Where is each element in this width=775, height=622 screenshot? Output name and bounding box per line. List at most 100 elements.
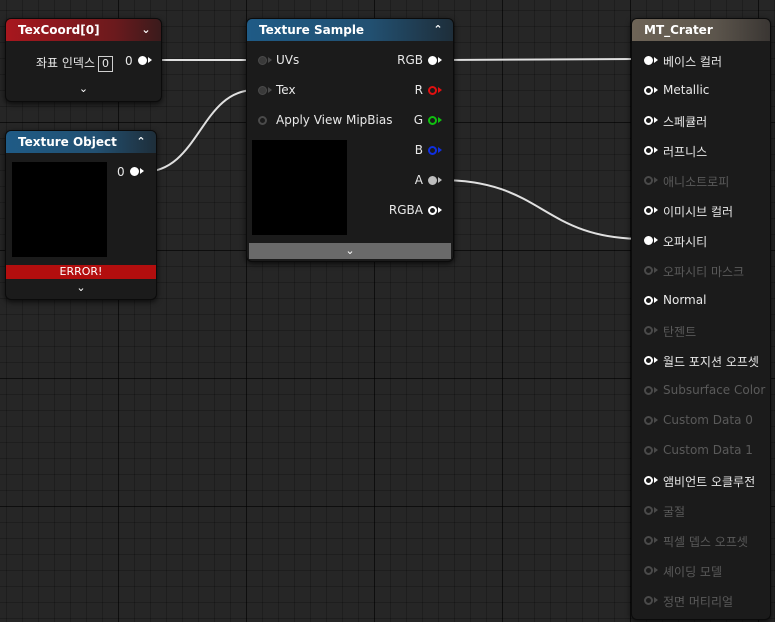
pin-arrow-icon xyxy=(654,567,658,573)
texture-sample-node-header[interactable]: Texture Sample ⌃ xyxy=(247,19,453,41)
texture-object-node-header[interactable]: Texture Object ⌃ xyxy=(6,131,156,153)
pin-arrow-icon xyxy=(148,57,152,63)
material-input-label: 오파시티 xyxy=(663,235,708,249)
material-input-pin[interactable] xyxy=(644,386,653,395)
texture-object-node[interactable]: Texture Object ⌃ 0 ERROR! ⌄ xyxy=(5,130,157,300)
material-input-pin[interactable] xyxy=(644,86,653,95)
texcoord-node[interactable]: TexCoord[0] ⌄ 좌표 인덱스 0 0 ⌄ xyxy=(5,18,162,102)
material-input-label: Metallic xyxy=(663,83,710,97)
texture-object-preview xyxy=(12,162,107,257)
pin-arrow-icon xyxy=(654,387,658,393)
material-input-label: 러프니스 xyxy=(663,145,708,159)
pin-arrow-icon xyxy=(654,57,658,63)
a-output-pin[interactable] xyxy=(428,176,437,185)
expand-chevron-down-icon[interactable]: ⌄ xyxy=(249,243,451,259)
wire-rgb-to-basecolor xyxy=(439,58,646,61)
tex-input-label: Tex xyxy=(276,83,296,97)
error-banner: ERROR! xyxy=(6,265,156,279)
pin-arrow-icon xyxy=(654,357,658,363)
pin-arrow-icon xyxy=(654,147,658,153)
rgb-output-pin[interactable] xyxy=(428,56,437,65)
coordinate-index-row: 좌표 인덱스 0 xyxy=(36,54,114,72)
material-input-label: 앰비언트 오클루전 xyxy=(663,475,756,489)
texcoord-node-header[interactable]: TexCoord[0] ⌄ xyxy=(6,19,161,41)
material-input-pin[interactable] xyxy=(644,506,653,515)
material-result-node[interactable]: MT_Crater 베이스 컬러 Metallic 스페큘러 러프니스 애니소트로피 이미… xyxy=(631,18,771,620)
collapse-chevron-up-icon[interactable]: ⌃ xyxy=(431,19,445,41)
collapse-chevron-up-icon[interactable]: ⌃ xyxy=(134,131,148,153)
mipbias-input-pin[interactable] xyxy=(258,116,267,125)
tex-input-pin[interactable] xyxy=(258,86,267,95)
texture-sample-node[interactable]: Texture Sample ⌃ UVs Tex Apply View MipB… xyxy=(246,18,454,262)
r-output-pin[interactable] xyxy=(428,86,437,95)
material-input-label: 정면 머티리얼 xyxy=(663,595,734,609)
pin-arrow-icon xyxy=(438,147,442,153)
material-input-label: Custom Data 0 xyxy=(663,413,753,427)
collapse-chevron-up-icon[interactable]: ⌄ xyxy=(139,19,153,41)
material-input-pin[interactable] xyxy=(644,566,653,575)
g-output-label: G xyxy=(413,113,423,127)
pin-arrow-icon xyxy=(438,87,442,93)
texture-object-output-pin[interactable] xyxy=(130,167,139,176)
rgba-output-pin[interactable] xyxy=(428,206,437,215)
material-input-pin[interactable] xyxy=(644,176,653,185)
material-input-pin[interactable] xyxy=(644,116,653,125)
pin-arrow-icon xyxy=(438,117,442,123)
pin-arrow-icon xyxy=(438,57,442,63)
pin-arrow-icon xyxy=(438,177,442,183)
material-input-pin[interactable] xyxy=(644,446,653,455)
pin-arrow-icon xyxy=(654,447,658,453)
material-input-pin[interactable] xyxy=(644,206,653,215)
pin-arrow-icon xyxy=(654,327,658,333)
material-input-label: 굴절 xyxy=(663,505,686,519)
mipbias-input-label: Apply View MipBias xyxy=(276,113,393,127)
material-input-pin[interactable] xyxy=(644,476,653,485)
material-input-pin[interactable] xyxy=(644,296,653,305)
material-input-pin[interactable] xyxy=(644,416,653,425)
material-input-label: Subsurface Color xyxy=(663,383,766,397)
pin-arrow-icon xyxy=(654,267,658,273)
material-input-pin[interactable] xyxy=(644,56,653,65)
coordinate-index-label: 좌표 인덱스 xyxy=(36,56,96,70)
expand-chevron-down-icon[interactable]: ⌄ xyxy=(6,280,156,296)
texture-sample-preview xyxy=(252,140,347,235)
material-input-label: 이미시브 컬러 xyxy=(663,205,734,219)
pin-arrow-icon xyxy=(140,168,144,174)
material-input-label: Custom Data 1 xyxy=(663,443,753,457)
pin-arrow-icon xyxy=(654,87,658,93)
pin-arrow-icon xyxy=(654,177,658,183)
uvs-input-pin[interactable] xyxy=(258,56,267,65)
pin-arrow-icon xyxy=(654,117,658,123)
texcoord-output-pin[interactable] xyxy=(138,56,147,65)
coordinate-index-input[interactable]: 0 xyxy=(98,56,114,72)
b-output-pin[interactable] xyxy=(428,146,437,155)
texture-sample-node-title: Texture Sample xyxy=(259,23,365,37)
wire-textureobject-to-tex xyxy=(142,89,256,173)
material-input-pin[interactable] xyxy=(644,326,653,335)
material-input-pin[interactable] xyxy=(644,596,653,605)
material-input-pin[interactable] xyxy=(644,236,653,245)
texcoord-output-label: 0 xyxy=(125,54,133,68)
pin-arrow-icon xyxy=(654,597,658,603)
a-output-label: A xyxy=(414,173,423,187)
material-input-label: 탄젠트 xyxy=(663,325,697,339)
material-input-label: 베이스 컬러 xyxy=(663,55,723,69)
material-input-label: 픽셀 뎁스 오프셋 xyxy=(663,535,748,549)
g-output-pin[interactable] xyxy=(428,116,437,125)
pin-arrow-icon xyxy=(438,207,442,213)
material-input-label: 셰이딩 모델 xyxy=(663,565,723,579)
material-input-label: 오파시티 마스크 xyxy=(663,265,745,279)
material-input-pin[interactable] xyxy=(644,146,653,155)
rgba-output-label: RGBA xyxy=(388,203,423,217)
material-input-pin[interactable] xyxy=(644,266,653,275)
pin-arrow-icon xyxy=(654,477,658,483)
material-node-header[interactable]: MT_Crater xyxy=(632,19,770,41)
expand-chevron-down-icon[interactable]: ⌄ xyxy=(6,81,161,97)
material-input-pin[interactable] xyxy=(644,536,653,545)
wire-a-to-opacity xyxy=(439,179,646,240)
pin-arrow-icon xyxy=(268,87,272,93)
b-output-label: B xyxy=(414,143,423,157)
material-input-pin[interactable] xyxy=(644,356,653,365)
material-input-label: 월드 포지션 오프셋 xyxy=(663,355,759,369)
pin-arrow-icon xyxy=(268,57,272,63)
